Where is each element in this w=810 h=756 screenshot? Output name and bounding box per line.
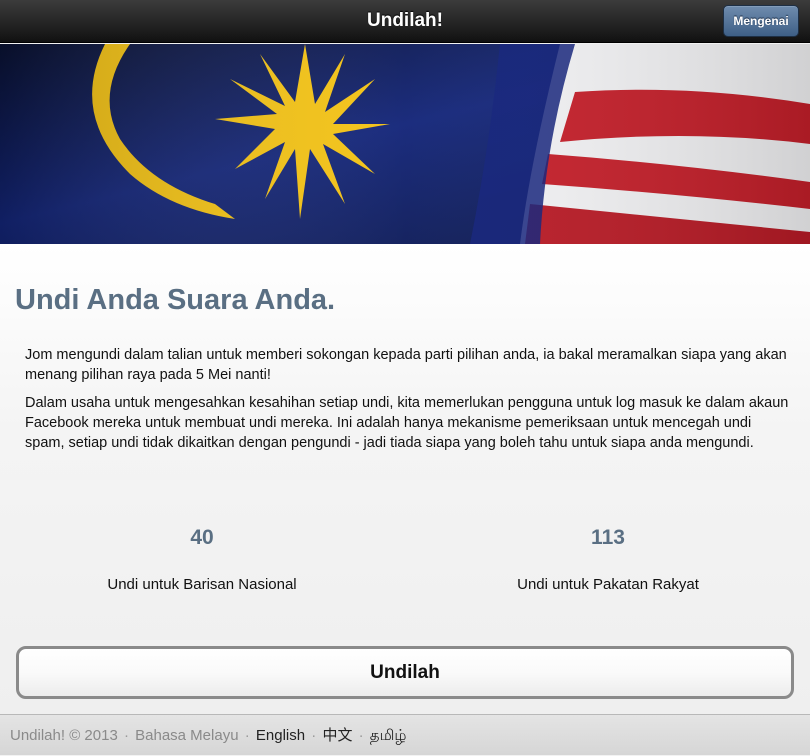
header-bar: Undilah! Mengenai [0, 0, 810, 43]
stat-barisan-nasional: 40 Undi untuk Barisan Nasional [12, 526, 392, 593]
main-content: Undi Anda Suara Anda. Jom mengundi dalam… [0, 244, 810, 714]
footer: Undilah! © 2013 · Bahasa Melayu · Englis… [0, 714, 810, 755]
language-link-malay[interactable]: Bahasa Melayu [135, 727, 238, 744]
footer-separator: · [358, 727, 364, 744]
vote-button[interactable]: Undilah [16, 646, 794, 699]
language-link-chinese[interactable]: 中文 [322, 727, 352, 744]
vote-count-pr: 113 [591, 526, 625, 549]
verification-paragraph: Dalam usaha untuk mengesahkan kesahihan … [25, 395, 789, 451]
footer-separator: · [311, 727, 317, 744]
vote-label-bn: Undi untuk Barisan Nasional [107, 576, 297, 593]
language-link-english[interactable]: English [256, 727, 305, 744]
language-link-tamil[interactable]: தமிழ் [370, 727, 407, 744]
flag-banner [0, 44, 810, 244]
app-title: Undilah! [367, 10, 443, 31]
stat-pakatan-rakyat: 113 Undi untuk Pakatan Rakyat [418, 526, 798, 593]
page-headline: Undi Anda Suara Anda. [15, 284, 336, 316]
footer-separator: · [123, 727, 129, 744]
about-button[interactable]: Mengenai [723, 5, 799, 37]
malaysian-flag-image [0, 44, 810, 244]
intro-paragraph: Jom mengundi dalam talian untuk memberi … [25, 347, 787, 383]
vote-count-bn: 40 [190, 526, 214, 549]
footer-separator: · [244, 727, 250, 744]
vote-label-pr: Undi untuk Pakatan Rakyat [517, 576, 699, 593]
copyright-text: Undilah! © 2013 [10, 727, 118, 744]
